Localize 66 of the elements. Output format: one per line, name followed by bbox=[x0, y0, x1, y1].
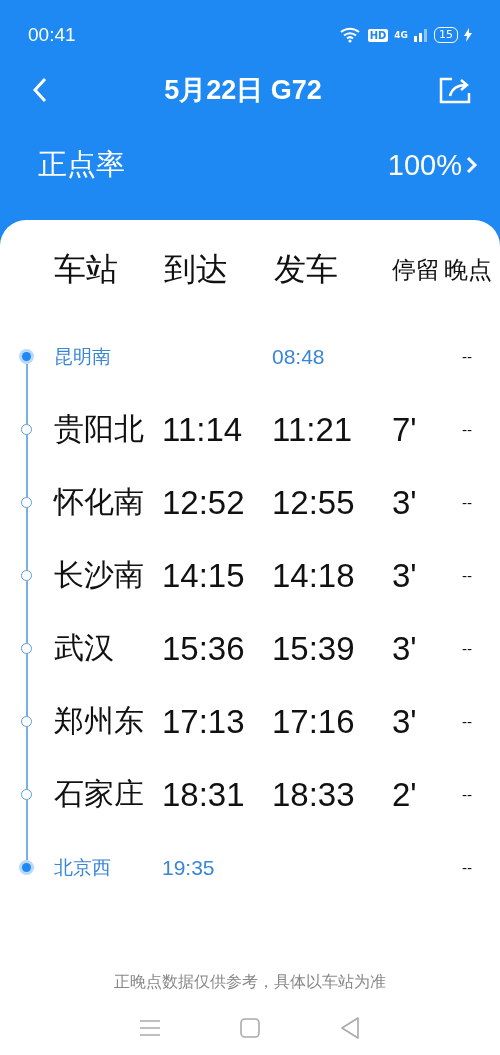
station-name: 怀化南 bbox=[54, 484, 144, 519]
column-header: 晚点 bbox=[444, 255, 492, 286]
stop-duration: 2' bbox=[392, 775, 417, 813]
timeline-node bbox=[21, 716, 32, 727]
departure-time: 14:18 bbox=[272, 556, 355, 594]
chevron-right-icon[interactable] bbox=[466, 156, 478, 174]
station-name: 武汉 bbox=[54, 630, 114, 665]
station-name: 贵阳北 bbox=[54, 411, 144, 446]
delay-value: -- bbox=[461, 786, 472, 803]
arrival-time: 14:15 bbox=[162, 556, 245, 594]
delay-value: -- bbox=[461, 567, 472, 584]
punctuality-label: 正点率 bbox=[38, 146, 125, 183]
disclaimer-text: 正晚点数据仅供参考，具体以车站为准 bbox=[113, 972, 387, 993]
station-name: 北京西 bbox=[54, 855, 111, 878]
stop-duration: 7' bbox=[392, 410, 417, 448]
station-name: 昆明南 bbox=[54, 344, 111, 367]
page-title: 5月22日 G72 bbox=[164, 74, 322, 107]
back-triangle-icon[interactable] bbox=[340, 1017, 360, 1039]
column-header: 到达 bbox=[164, 249, 229, 290]
arrival-time: 15:36 bbox=[162, 629, 245, 667]
arrival-time: 12:52 bbox=[162, 483, 245, 521]
timeline-node bbox=[21, 570, 32, 581]
departure-time: 15:39 bbox=[272, 629, 355, 667]
timeline-node bbox=[22, 352, 31, 361]
menu-icon[interactable] bbox=[140, 1020, 160, 1036]
timeline-node bbox=[21, 497, 32, 508]
battery-level: 15 bbox=[434, 27, 458, 43]
share-icon[interactable] bbox=[438, 76, 472, 104]
arrival-time: 11:14 bbox=[162, 410, 243, 448]
stop-duration: 3' bbox=[392, 556, 417, 594]
column-header: 车站 bbox=[54, 249, 119, 290]
timeline-node bbox=[21, 643, 32, 654]
station-name: 长沙南 bbox=[54, 557, 144, 592]
departure-time: 18:33 bbox=[272, 775, 355, 813]
arrival-time: 19:35 bbox=[162, 855, 215, 879]
timeline-node bbox=[21, 424, 32, 435]
delay-value: -- bbox=[461, 421, 472, 438]
departure-time: 11:21 bbox=[272, 410, 353, 448]
timeline-node bbox=[21, 789, 32, 800]
wifi-icon bbox=[339, 27, 362, 43]
charging-icon bbox=[464, 28, 472, 42]
hd-badge: HD bbox=[367, 28, 389, 42]
delay-value: -- bbox=[461, 859, 472, 876]
delay-value: -- bbox=[461, 494, 472, 511]
arrival-time: 17:13 bbox=[162, 702, 245, 740]
column-header: 停留 bbox=[392, 255, 441, 286]
punctuality-value: 100% bbox=[387, 148, 462, 182]
delay-value: -- bbox=[461, 713, 472, 730]
station-name: 郑州东 bbox=[54, 703, 144, 738]
home-icon[interactable] bbox=[240, 1018, 260, 1038]
delay-value: -- bbox=[461, 640, 472, 657]
stop-duration: 3' bbox=[392, 702, 417, 740]
stop-duration: 3' bbox=[392, 629, 417, 667]
station-name: 石家庄 bbox=[54, 776, 144, 811]
signal-icon bbox=[414, 28, 428, 42]
column-header: 发车 bbox=[274, 249, 339, 290]
delay-value: -- bbox=[461, 348, 472, 365]
arrival-time: 18:31 bbox=[162, 775, 245, 813]
status-time: 00:41 bbox=[28, 24, 76, 46]
network-label: 4G bbox=[394, 30, 408, 40]
timeline-node bbox=[22, 863, 31, 872]
departure-time: 12:55 bbox=[272, 483, 355, 521]
departure-time: 17:16 bbox=[272, 702, 355, 740]
back-icon[interactable] bbox=[32, 77, 48, 103]
stop-duration: 3' bbox=[392, 483, 417, 521]
departure-time: 08:48 bbox=[272, 344, 325, 368]
